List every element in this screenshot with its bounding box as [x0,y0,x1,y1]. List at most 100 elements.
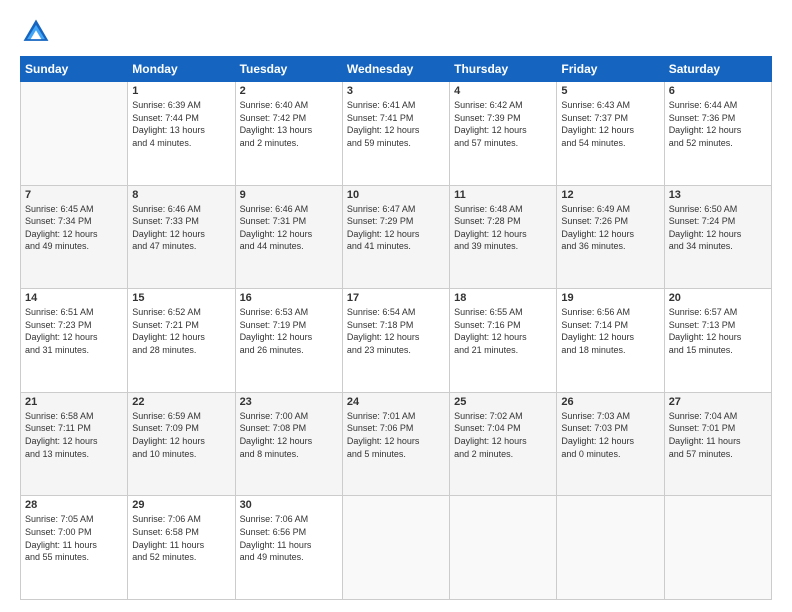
calendar-cell: 19 Sunrise: 6:56 AM Sunset: 7:14 PM Dayli… [557,289,664,393]
day-info: Sunrise: 6:40 AM Sunset: 7:42 PM Dayligh… [240,99,338,149]
calendar-cell: 12 Sunrise: 6:49 AM Sunset: 7:26 PM Dayli… [557,185,664,289]
calendar-cell: 27 Sunrise: 7:04 AM Sunset: 7:01 PM Dayli… [664,392,771,496]
calendar-cell: 30 Sunrise: 7:06 AM Sunset: 6:56 PM Dayli… [235,496,342,600]
day-number: 21 [25,396,123,408]
day-number: 19 [561,292,659,304]
calendar-week-row-4: 21 Sunrise: 6:58 AM Sunset: 7:11 PM Dayli… [21,392,772,496]
day-number: 8 [132,189,230,201]
day-number: 26 [561,396,659,408]
calendar-week-row-3: 14 Sunrise: 6:51 AM Sunset: 7:23 PM Dayli… [21,289,772,393]
calendar-cell: 11 Sunrise: 6:48 AM Sunset: 7:28 PM Dayli… [450,185,557,289]
calendar-cell: 26 Sunrise: 7:03 AM Sunset: 7:03 PM Dayli… [557,392,664,496]
calendar-header-sunday: Sunday [21,57,128,82]
day-number: 6 [669,85,767,97]
day-info: Sunrise: 6:57 AM Sunset: 7:13 PM Dayligh… [669,306,767,356]
day-number: 12 [561,189,659,201]
calendar-cell: 28Sunrise: 7:05 AM Sunset: 7:00 PM Dayli… [21,496,128,600]
day-number: 2 [240,85,338,97]
calendar-cell: 24Sunrise: 7:01 AM Sunset: 7:06 PM Dayli… [342,392,449,496]
calendar-cell: 10 Sunrise: 6:47 AM Sunset: 7:29 PM Dayli… [342,185,449,289]
day-info: Sunrise: 7:00 AM Sunset: 7:08 PM Dayligh… [240,410,338,460]
calendar-cell: 22Sunrise: 6:59 AM Sunset: 7:09 PM Dayli… [128,392,235,496]
calendar-table: SundayMondayTuesdayWednesdayThursdayFrid… [20,56,772,600]
day-number: 11 [454,189,552,201]
calendar-cell: 6 Sunrise: 6:44 AM Sunset: 7:36 PM Daylig… [664,82,771,186]
day-info: Sunrise: 6:44 AM Sunset: 7:36 PM Dayligh… [669,99,767,149]
calendar-cell: 5 Sunrise: 6:43 AM Sunset: 7:37 PM Daylig… [557,82,664,186]
calendar-cell: 9 Sunrise: 6:46 AM Sunset: 7:31 PM Daylig… [235,185,342,289]
day-number: 29 [132,499,230,511]
page: SundayMondayTuesdayWednesdayThursdayFrid… [0,0,792,612]
day-info: Sunrise: 6:55 AM Sunset: 7:16 PM Dayligh… [454,306,552,356]
day-number: 25 [454,396,552,408]
day-info: Sunrise: 6:54 AM Sunset: 7:18 PM Dayligh… [347,306,445,356]
calendar-cell [664,496,771,600]
calendar-cell: 8 Sunrise: 6:46 AM Sunset: 7:33 PM Daylig… [128,185,235,289]
day-info: Sunrise: 6:39 AM Sunset: 7:44 PM Dayligh… [132,99,230,149]
day-info: Sunrise: 6:51 AM Sunset: 7:23 PM Dayligh… [25,306,123,356]
calendar-week-row-2: 7Sunrise: 6:45 AM Sunset: 7:34 PM Daylig… [21,185,772,289]
day-info: Sunrise: 6:56 AM Sunset: 7:14 PM Dayligh… [561,306,659,356]
calendar-header-tuesday: Tuesday [235,57,342,82]
day-info: Sunrise: 6:50 AM Sunset: 7:24 PM Dayligh… [669,203,767,253]
calendar-header-friday: Friday [557,57,664,82]
day-number: 7 [25,189,123,201]
day-info: Sunrise: 6:48 AM Sunset: 7:28 PM Dayligh… [454,203,552,253]
day-info: Sunrise: 6:53 AM Sunset: 7:19 PM Dayligh… [240,306,338,356]
day-info: Sunrise: 6:49 AM Sunset: 7:26 PM Dayligh… [561,203,659,253]
day-info: Sunrise: 7:04 AM Sunset: 7:01 PM Dayligh… [669,410,767,460]
calendar-week-row-5: 28Sunrise: 7:05 AM Sunset: 7:00 PM Dayli… [21,496,772,600]
day-info: Sunrise: 6:43 AM Sunset: 7:37 PM Dayligh… [561,99,659,149]
day-number: 24 [347,396,445,408]
day-number: 9 [240,189,338,201]
calendar-cell: 4 Sunrise: 6:42 AM Sunset: 7:39 PM Daylig… [450,82,557,186]
day-info: Sunrise: 6:46 AM Sunset: 7:33 PM Dayligh… [132,203,230,253]
day-number: 3 [347,85,445,97]
day-number: 16 [240,292,338,304]
day-number: 4 [454,85,552,97]
day-number: 23 [240,396,338,408]
day-number: 15 [132,292,230,304]
day-number: 1 [132,85,230,97]
calendar-cell: 29 Sunrise: 7:06 AM Sunset: 6:58 PM Dayli… [128,496,235,600]
day-number: 14 [25,292,123,304]
calendar-header-monday: Monday [128,57,235,82]
calendar-cell: 3 Sunrise: 6:41 AM Sunset: 7:41 PM Daylig… [342,82,449,186]
day-number: 10 [347,189,445,201]
day-number: 5 [561,85,659,97]
day-info: Sunrise: 6:42 AM Sunset: 7:39 PM Dayligh… [454,99,552,149]
calendar-cell: 23 Sunrise: 7:00 AM Sunset: 7:08 PM Dayli… [235,392,342,496]
calendar-cell [557,496,664,600]
day-info: Sunrise: 7:06 AM Sunset: 6:58 PM Dayligh… [132,513,230,563]
calendar-cell: 17 Sunrise: 6:54 AM Sunset: 7:18 PM Dayli… [342,289,449,393]
calendar-cell: 15 Sunrise: 6:52 AM Sunset: 7:21 PM Dayli… [128,289,235,393]
day-info: Sunrise: 7:06 AM Sunset: 6:56 PM Dayligh… [240,513,338,563]
calendar-cell: 25Sunrise: 7:02 AM Sunset: 7:04 PM Dayli… [450,392,557,496]
calendar-cell: 7Sunrise: 6:45 AM Sunset: 7:34 PM Daylig… [21,185,128,289]
calendar-cell [450,496,557,600]
calendar-cell [21,82,128,186]
calendar-cell: 14 Sunrise: 6:51 AM Sunset: 7:23 PM Dayli… [21,289,128,393]
calendar-cell: 16 Sunrise: 6:53 AM Sunset: 7:19 PM Dayli… [235,289,342,393]
day-number: 18 [454,292,552,304]
calendar-cell [342,496,449,600]
day-number: 27 [669,396,767,408]
day-number: 13 [669,189,767,201]
day-info: Sunrise: 7:03 AM Sunset: 7:03 PM Dayligh… [561,410,659,460]
calendar-cell: 21 Sunrise: 6:58 AM Sunset: 7:11 PM Dayli… [21,392,128,496]
calendar-week-row-1: 1 Sunrise: 6:39 AM Sunset: 7:44 PM Daylig… [21,82,772,186]
calendar-cell: 18 Sunrise: 6:55 AM Sunset: 7:16 PM Dayli… [450,289,557,393]
day-info: Sunrise: 6:41 AM Sunset: 7:41 PM Dayligh… [347,99,445,149]
day-info: Sunrise: 6:52 AM Sunset: 7:21 PM Dayligh… [132,306,230,356]
calendar-cell: 13 Sunrise: 6:50 AM Sunset: 7:24 PM Dayli… [664,185,771,289]
day-info: Sunrise: 6:58 AM Sunset: 7:11 PM Dayligh… [25,410,123,460]
day-info: Sunrise: 6:46 AM Sunset: 7:31 PM Dayligh… [240,203,338,253]
day-number: 30 [240,499,338,511]
calendar-cell: 2 Sunrise: 6:40 AM Sunset: 7:42 PM Daylig… [235,82,342,186]
day-number: 17 [347,292,445,304]
logo [20,16,56,48]
day-info: Sunrise: 6:59 AM Sunset: 7:09 PM Dayligh… [132,410,230,460]
calendar-header-saturday: Saturday [664,57,771,82]
header [20,16,772,48]
day-info: Sunrise: 6:47 AM Sunset: 7:29 PM Dayligh… [347,203,445,253]
